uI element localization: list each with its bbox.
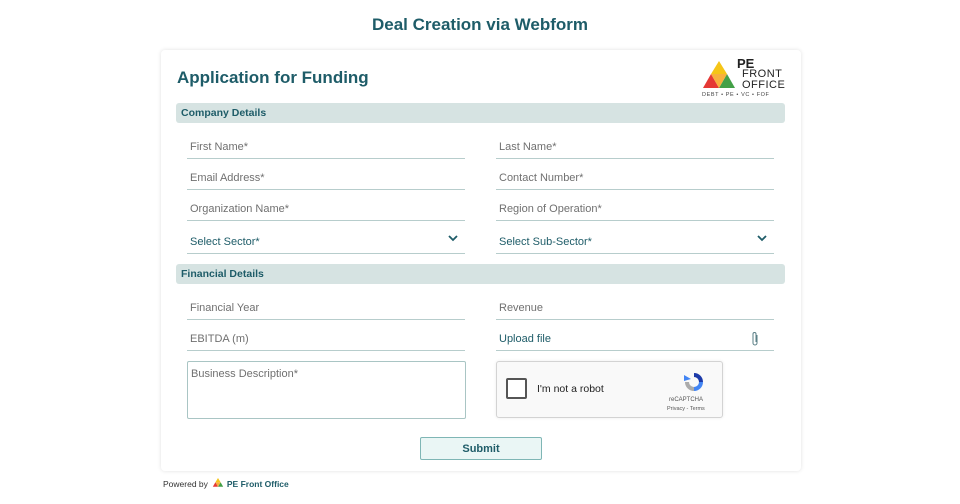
brand-logo-icon — [212, 478, 224, 487]
powered-by-footer: Powered by PE Front Office — [163, 478, 289, 489]
logo-tagline: DEBT • PE • VC • FOF — [702, 92, 770, 98]
revenue-field[interactable]: Revenue — [496, 298, 774, 320]
recaptcha-widget: I'm not a robot reCAPTCHA Privacy - Term… — [496, 361, 723, 418]
organization-name-field[interactable]: Organization Name* — [187, 199, 465, 221]
recaptcha-icon — [684, 373, 703, 391]
chevron-down-icon — [448, 235, 458, 242]
powered-by-brand-link[interactable]: PE Front Office — [227, 479, 289, 489]
page-title: Deal Creation via Webform — [371, 15, 589, 34]
logo-text-office: OFFICE — [742, 79, 786, 91]
first-name-field[interactable]: First Name* — [187, 137, 465, 159]
contact-number-field[interactable]: Contact Number* — [496, 168, 774, 190]
recaptcha-label: I'm not a robot — [537, 383, 604, 395]
pe-front-office-logo: PE FRONT OFFICE DEBT • PE • VC • FOF — [701, 56, 785, 102]
ebitda-field[interactable]: EBITDA (m) — [187, 329, 465, 351]
email-field[interactable]: Email Address* — [187, 168, 465, 190]
sub-sector-select[interactable]: Select Sub-Sector* — [496, 230, 774, 254]
chevron-down-icon — [757, 235, 767, 242]
logo-triangle-icon — [703, 61, 735, 88]
upload-file-label: Upload file — [499, 333, 551, 345]
upload-file-field[interactable]: Upload file — [496, 329, 774, 351]
section-company-details: Company Details — [176, 103, 785, 123]
financial-year-field[interactable]: Financial Year — [187, 298, 465, 320]
sector-select-label: Select Sector* — [190, 236, 260, 248]
section-financial-details: Financial Details — [176, 264, 785, 284]
last-name-field[interactable]: Last Name* — [496, 137, 774, 159]
recaptcha-checkbox[interactable] — [506, 378, 527, 399]
submit-button[interactable]: Submit — [420, 437, 542, 460]
paperclip-icon[interactable] — [750, 331, 760, 347]
funding-form-card: Application for Funding PE FRONT OFFICE … — [161, 50, 801, 471]
sub-sector-select-label: Select Sub-Sector* — [499, 236, 592, 248]
recaptcha-brand: reCAPTCHA — [669, 397, 704, 403]
powered-by-text: Powered by — [163, 478, 208, 489]
business-description-textarea[interactable]: Business Description* — [187, 361, 466, 419]
recaptcha-privacy-terms-link[interactable]: Privacy - Terms — [667, 406, 705, 412]
form-title: Application for Funding — [177, 68, 369, 87]
region-of-operation-field[interactable]: Region of Operation* — [496, 199, 774, 221]
sector-select[interactable]: Select Sector* — [187, 230, 465, 254]
